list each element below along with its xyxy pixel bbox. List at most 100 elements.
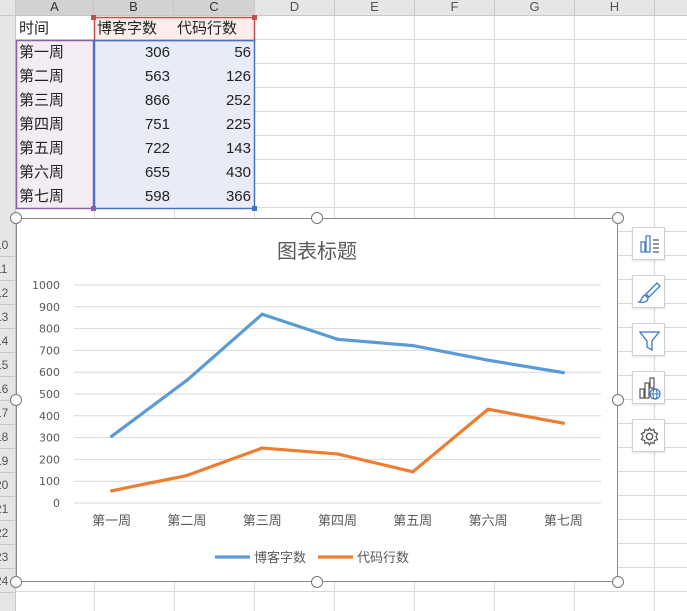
column-header-a[interactable]: A [16, 0, 94, 15]
table-cell-code[interactable]: 366 [174, 185, 255, 208]
legend-label: 博客字数 [254, 550, 306, 566]
chart-resize-handle[interactable] [612, 576, 624, 588]
chart-resize-handle[interactable] [311, 212, 323, 224]
y-tick-label: 1000 [32, 279, 60, 292]
row-header[interactable]: 13 [0, 305, 15, 329]
row-header-bar: 10 11 12 13 14 15 16 17 18 19 20 21 22 2… [0, 16, 16, 611]
table-cell-code[interactable]: 225 [174, 113, 255, 136]
y-tick-label: 800 [39, 323, 60, 336]
table-cell-code[interactable]: 252 [174, 89, 255, 112]
row-header[interactable]: 14 [0, 329, 15, 353]
table-cell-code[interactable]: 430 [174, 161, 255, 184]
table-cell-week[interactable]: 第七周 [16, 185, 94, 208]
chart-resize-handle[interactable] [311, 576, 323, 588]
row-header[interactable]: 20 [0, 473, 15, 497]
chart-resize-handle[interactable] [10, 576, 22, 588]
y-tick-label: 400 [39, 410, 60, 423]
data-point [411, 470, 415, 474]
chart-filter-icon [638, 331, 661, 352]
column-header-i[interactable] [655, 0, 687, 15]
row-header[interactable]: 19 [0, 449, 15, 473]
table-cell-blog[interactable]: 655 [94, 161, 174, 184]
data-point [486, 407, 490, 411]
table-cell-week[interactable]: 第四周 [16, 113, 94, 136]
line-chart[interactable]: 图表标题 0 100 200 300 400 500 600 700 800 900 1000 第一周… [16, 218, 618, 582]
chart-maps-icon [639, 377, 661, 400]
y-tick-label: 100 [39, 475, 60, 488]
chart-settings-icon [640, 426, 659, 447]
series-line-1 [110, 312, 565, 438]
chart-resize-handle[interactable] [10, 212, 22, 224]
chart-filter-button[interactable] [632, 323, 665, 356]
chart-resize-handle[interactable] [10, 394, 22, 406]
chart-resize-handle[interactable] [612, 394, 624, 406]
x-tick-label: 第一周 [92, 514, 131, 529]
data-point [260, 312, 264, 316]
chart-resize-handle[interactable] [612, 212, 624, 224]
column-header-b[interactable]: B [94, 0, 174, 15]
table-cell-blog[interactable]: 751 [94, 113, 174, 136]
chart-styles-icon [636, 282, 661, 304]
column-header-h[interactable]: H [575, 0, 655, 15]
select-all-corner[interactable] [0, 0, 16, 15]
x-tick-label: 第二周 [167, 514, 206, 529]
row-header[interactable]: 11 [0, 257, 15, 281]
table-cell-week[interactable]: 第六周 [16, 161, 94, 184]
y-tick-label: 900 [39, 301, 60, 314]
x-tick-label: 第五周 [393, 514, 432, 529]
column-header-c[interactable]: C [174, 0, 255, 15]
table-cell-code[interactable]: 143 [174, 137, 255, 160]
table-cell-blog[interactable]: 866 [94, 89, 174, 112]
chart-elements-button[interactable] [632, 227, 665, 260]
row-header[interactable]: 23 [0, 545, 15, 569]
data-point [110, 489, 114, 493]
data-point [335, 337, 340, 341]
legend-label: 代码行数 [357, 551, 409, 566]
table-header-cell[interactable]: 时间 [16, 17, 94, 40]
table-cell-code[interactable]: 126 [174, 65, 255, 88]
column-header-f[interactable]: F [415, 0, 495, 15]
x-tick-label: 第三周 [243, 514, 282, 529]
row-header[interactable]: 18 [0, 425, 15, 449]
column-header-g[interactable]: G [495, 0, 575, 15]
data-point [260, 446, 264, 450]
x-tick-label: 第六周 [469, 514, 508, 529]
table-cell-week[interactable]: 第一周 [16, 41, 94, 64]
row-header[interactable]: 21 [0, 497, 15, 521]
y-tick-label: 0 [53, 497, 60, 510]
column-header-d[interactable]: D [255, 0, 335, 15]
x-tick-label: 第四周 [318, 514, 357, 529]
data-point [486, 358, 490, 362]
chart-styles-button[interactable] [632, 275, 665, 308]
y-tick-label: 700 [39, 344, 60, 357]
column-header-bar: A B C D E F G H [0, 0, 687, 16]
y-tick-label: 500 [39, 388, 60, 401]
row-header[interactable]: 15 [0, 353, 15, 377]
data-point [185, 378, 189, 382]
data-point [335, 452, 340, 456]
table-cell-blog[interactable]: 722 [94, 137, 174, 160]
table-cell-week[interactable]: 第二周 [16, 65, 94, 88]
table-header-cell[interactable]: 代码行数 [174, 17, 255, 40]
row-header[interactable]: 12 [0, 281, 15, 305]
table-cell-week[interactable]: 第三周 [16, 89, 94, 112]
table-header-cell[interactable]: 博客字数 [94, 17, 174, 40]
table-cell-code[interactable]: 56 [174, 41, 255, 64]
x-tick-label: 第七周 [544, 514, 583, 529]
table-cell-blog[interactable]: 306 [94, 41, 174, 64]
table-cell-blog[interactable]: 563 [94, 65, 174, 88]
y-tick-label: 600 [39, 366, 60, 379]
data-point [561, 421, 565, 425]
column-header-e[interactable]: E [335, 0, 415, 15]
chart-plot-svg: 0 100 200 300 400 500 600 700 800 900 1000 第一周 第二周 第三… [32, 279, 601, 566]
data-point [561, 371, 565, 375]
table-cell-week[interactable]: 第五周 [16, 137, 94, 160]
chart-elements-icon [640, 235, 659, 253]
series-line-2 [110, 407, 565, 493]
chart-maps-button[interactable] [632, 371, 665, 404]
row-header[interactable]: 10 [0, 233, 15, 257]
data-point [110, 434, 114, 438]
row-header[interactable]: 22 [0, 521, 15, 545]
chart-settings-button[interactable] [632, 419, 665, 452]
table-cell-blog[interactable]: 598 [94, 185, 174, 208]
